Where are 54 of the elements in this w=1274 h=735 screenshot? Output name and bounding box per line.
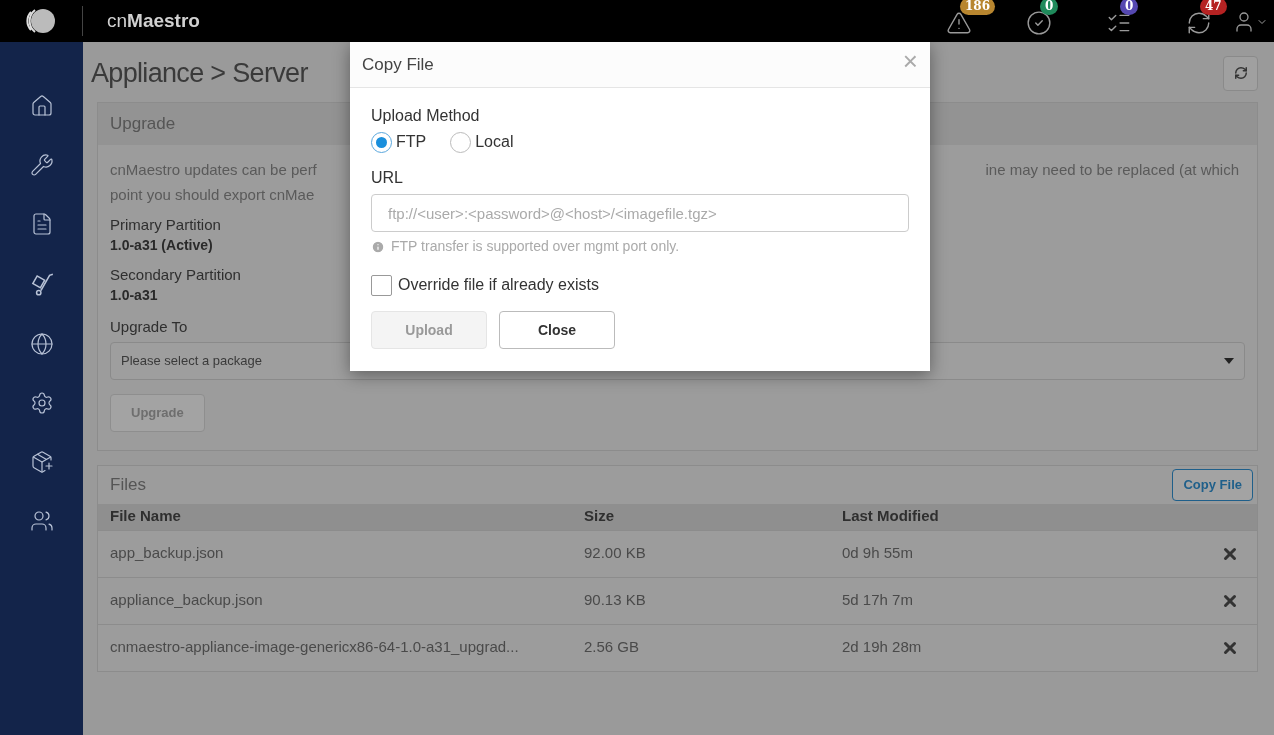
brand-name: cnMaestro [107,8,200,33]
settings-icon[interactable] [29,391,54,415]
column-header: Last Modified [842,506,940,527]
field-label: URL [371,168,404,188]
table-cell-text: 5d 17h 7m [842,590,914,611]
column-header: File Name [110,506,182,527]
table-cell-text: 90.13 KB [584,590,647,611]
info-icon [371,239,385,254]
page-title: Appliance > Server [91,56,308,90]
hint-text: FTP transfer is supported over mgmt port only. [391,237,680,256]
radio-option[interactable]: FTP [371,130,427,154]
wrench-icon[interactable] [29,153,54,177]
globe-icon[interactable] [29,332,54,356]
home-icon[interactable] [29,94,54,118]
field-value: 1.0-a31 [110,286,158,305]
count-badge: 47 [1200,0,1227,15]
checkbox-label: Override file if already exists [398,275,599,295]
panel-title: Files [110,473,146,496]
table-cell-text: 0d 9h 55m [842,543,914,564]
check-circle-icon[interactable] [1026,10,1052,36]
column-header: Size [584,506,615,527]
field-label: Secondary Partition [110,265,241,285]
close-button[interactable]: × [902,47,918,74]
field-label: Upload Method [371,106,481,126]
url-field[interactable]: ftp://<user>:<password>@<host>/<imagefile.tgz> [371,194,909,232]
copy-file-button[interactable]: Copy File [1172,468,1253,501]
refresh-icon [1233,66,1248,80]
table-cell-text: appliance_backup.json [110,590,264,611]
table-cell-text: cnmaestro-appliance-image-genericx86-64-1.0-a31_upgrad... [110,637,520,658]
radio-option[interactable]: Local [450,130,514,154]
box-plus-icon[interactable] [29,450,54,474]
sync-icon[interactable] [1186,10,1212,36]
users-icon[interactable] [29,509,54,533]
count-badge: 0 [1040,0,1059,15]
field-label: Upgrade To [110,317,188,337]
table-cell-text: 2d 19h 28m [842,637,923,658]
description-text: point you should export cnMae [110,184,316,205]
checkbox[interactable] [371,274,392,296]
table-cell-text: 2.56 GB [584,637,641,658]
table-cell-text: 92.00 KB [584,543,647,564]
count-badge: 0 [1120,0,1139,15]
field-value: 1.0-a31 (Active) [110,236,213,255]
field-label: Primary Partition [110,215,221,235]
panel-title: Upgrade [110,113,176,136]
refresh-button[interactable] [1223,55,1258,91]
description-text: ine may need to be replaced (at which [985,160,1239,180]
description-text: cnMaestro updates can be perf [110,160,317,180]
alert-icon[interactable] [946,10,972,36]
count-badge: 186 [960,0,996,15]
table-cell-text: app_backup.json [110,543,225,564]
close-dialog-button[interactable]: Close [499,311,615,349]
logo-icon [26,6,56,36]
dialog-title: Copy File [362,53,434,76]
caret-icon [1224,357,1234,364]
